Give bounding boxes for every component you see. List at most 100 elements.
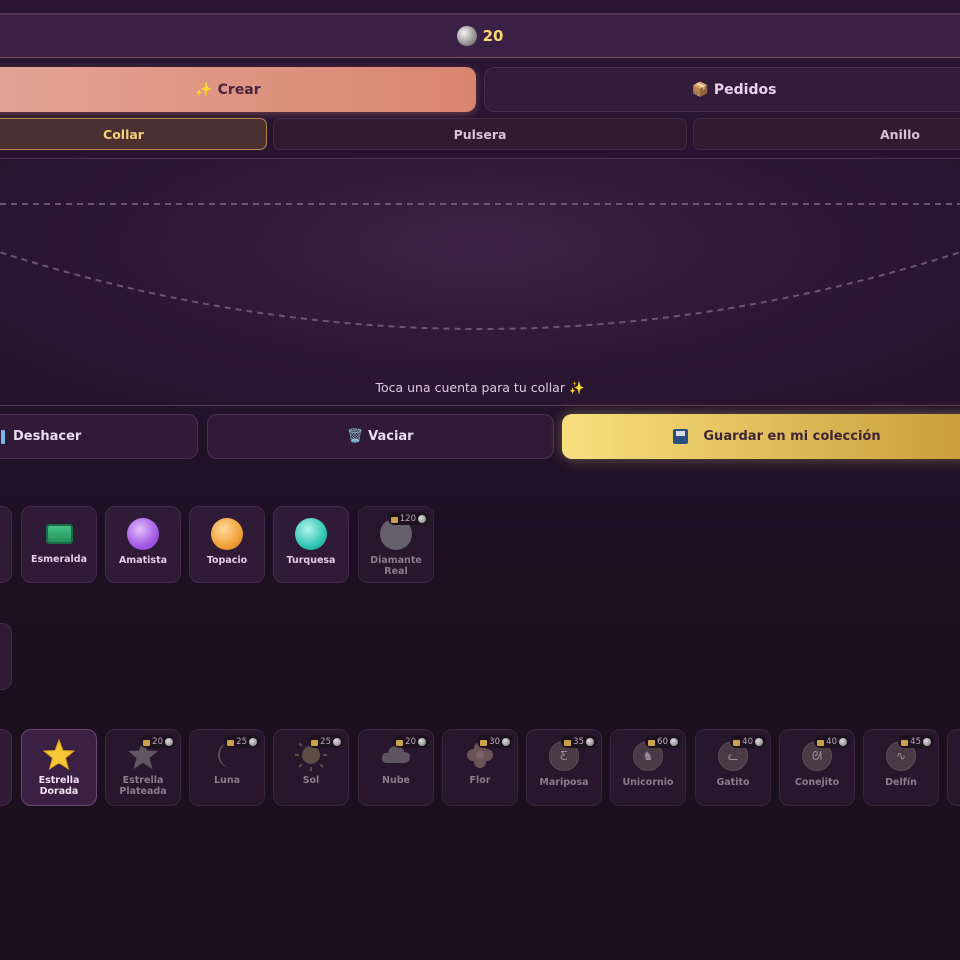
tab-crear[interactable]: ✨ Crear	[0, 67, 476, 112]
tab-pedidos[interactable]: 📦 Pedidos	[484, 67, 960, 112]
charm-card-unicornio[interactable]: 60 ♞ Unicornio	[610, 729, 686, 806]
charm-card-flor[interactable]: 30 Flor	[442, 729, 518, 806]
necklace-hint: Toca una cuenta para tu collar ✨	[375, 380, 585, 395]
necklace-string	[0, 203, 960, 330]
gem-card-esmeralda[interactable]: Esmeralda	[21, 506, 97, 583]
turquoise-gem-icon	[295, 518, 327, 550]
price-badge: 30	[477, 735, 513, 748]
price: 25	[320, 736, 331, 747]
topaz-gem-icon	[211, 518, 243, 550]
subtab-pulsera[interactable]: Pulsera	[273, 118, 687, 150]
charm-label: Sol	[302, 775, 320, 786]
divider	[0, 405, 960, 406]
undo-label: Deshacer	[13, 429, 82, 444]
charm-label: Conejito	[794, 777, 840, 788]
category-card-partial[interactable]	[0, 623, 12, 690]
gem-card-amatista[interactable]: Amatista	[105, 506, 181, 583]
necklace-canvas[interactable]	[0, 159, 960, 405]
charm-label: Delfín	[885, 777, 917, 788]
price-badge: 60	[645, 735, 681, 748]
price-badge: 45	[898, 735, 934, 748]
charm-label: Gatito	[716, 777, 750, 788]
top-edge	[0, 0, 960, 14]
price-badge: 35	[561, 735, 597, 748]
coin-icon	[249, 737, 257, 746]
coin-icon	[418, 514, 426, 523]
save-button[interactable]: Guardar en mi colección	[562, 414, 960, 459]
price: 40	[742, 736, 753, 747]
price-badge: 25	[224, 735, 260, 748]
lock-icon	[143, 739, 151, 746]
coin-icon	[755, 737, 763, 746]
lock-icon	[311, 739, 319, 746]
charm-card-conejito[interactable]: 40 ᘛ Conejito	[779, 729, 855, 806]
charm-label: Nube	[382, 775, 410, 786]
charm-label: Flor	[469, 775, 491, 786]
price-badge: 120	[387, 512, 429, 525]
price-badge: 20	[140, 735, 176, 748]
lock-icon	[817, 739, 825, 746]
price: 35	[573, 736, 584, 747]
charm-label: Estrella Plateada	[119, 775, 167, 797]
price: 40	[826, 736, 837, 747]
coin-icon	[502, 737, 510, 746]
subtab-collar[interactable]: Collar	[0, 118, 267, 150]
lock-icon	[480, 739, 488, 746]
lock-icon	[901, 739, 909, 746]
price: 20	[152, 736, 163, 747]
gem-card-partial[interactable]	[0, 506, 12, 583]
price: 45	[910, 736, 921, 747]
lock-icon	[390, 516, 398, 523]
coin-icon	[456, 26, 477, 46]
save-label: Guardar en mi colección	[703, 429, 881, 444]
gem-label: Turquesa	[286, 555, 336, 566]
charm-card-gatito[interactable]: 40 ᓚ Gatito	[695, 729, 771, 806]
charm-card-delfin[interactable]: 45 ∿ Delfín	[863, 729, 939, 806]
coin-icon	[670, 737, 678, 746]
coin-balance-bar: 20	[0, 14, 960, 58]
coin-icon	[333, 737, 341, 746]
emerald-gem-icon	[45, 524, 73, 544]
charm-card-mariposa[interactable]: 35 Ƹ Mariposa	[526, 729, 602, 806]
gem-card-turquesa[interactable]: Turquesa	[273, 506, 349, 583]
price: 120	[399, 513, 416, 524]
lock-icon	[733, 739, 741, 746]
clear-button[interactable]: 🗑️ Vaciar	[207, 414, 554, 459]
price-badge: 20	[393, 735, 429, 748]
price-badge: 40	[730, 735, 766, 748]
charm-label: Unicornio	[622, 777, 674, 788]
charm-label: Mariposa	[539, 777, 589, 788]
price-badge: 25	[308, 735, 344, 748]
subtab-anillo[interactable]: Anillo	[693, 118, 960, 150]
lock-icon	[227, 739, 235, 746]
price-badge: 40	[814, 735, 850, 748]
coin-count: 20	[482, 27, 504, 45]
star-icon	[43, 739, 75, 771]
gem-label: Esmeralda	[30, 554, 88, 565]
gem-label: Diamante Real	[370, 555, 422, 577]
gem-label: Amatista	[118, 555, 168, 566]
undo-button[interactable]: Deshacer	[0, 414, 198, 459]
price: 20	[405, 736, 416, 747]
charm-card-partial[interactable]	[0, 729, 12, 806]
gem-card-topacio[interactable]: Topacio	[189, 506, 265, 583]
amethyst-gem-icon	[127, 518, 159, 550]
subtab-anillo-label: Anillo	[879, 126, 920, 142]
lock-icon	[648, 739, 656, 746]
charm-card-estrella-dorada[interactable]: Estrella Dorada	[21, 729, 97, 806]
gem-card-diamante-real[interactable]: 120 Diamante Real	[358, 506, 434, 583]
charm-card-nube[interactable]: 20 Nube	[358, 729, 434, 806]
coin-icon	[165, 737, 173, 746]
charm-label: Estrella Dorada	[38, 775, 80, 797]
price: 30	[489, 736, 500, 747]
charm-card-sol[interactable]: 25 Sol	[273, 729, 349, 806]
charm-card-luna[interactable]: 25 Luna	[189, 729, 265, 806]
undo-icon	[1, 429, 5, 444]
charm-card-partial[interactable]	[947, 729, 960, 806]
charm-card-estrella-plateada[interactable]: 20 Estrella Plateada	[105, 729, 181, 806]
price: 25	[236, 736, 247, 747]
coin-icon	[923, 737, 931, 746]
coin-icon	[586, 737, 594, 746]
coin-icon	[418, 737, 426, 746]
gem-label: Topacio	[206, 555, 248, 566]
